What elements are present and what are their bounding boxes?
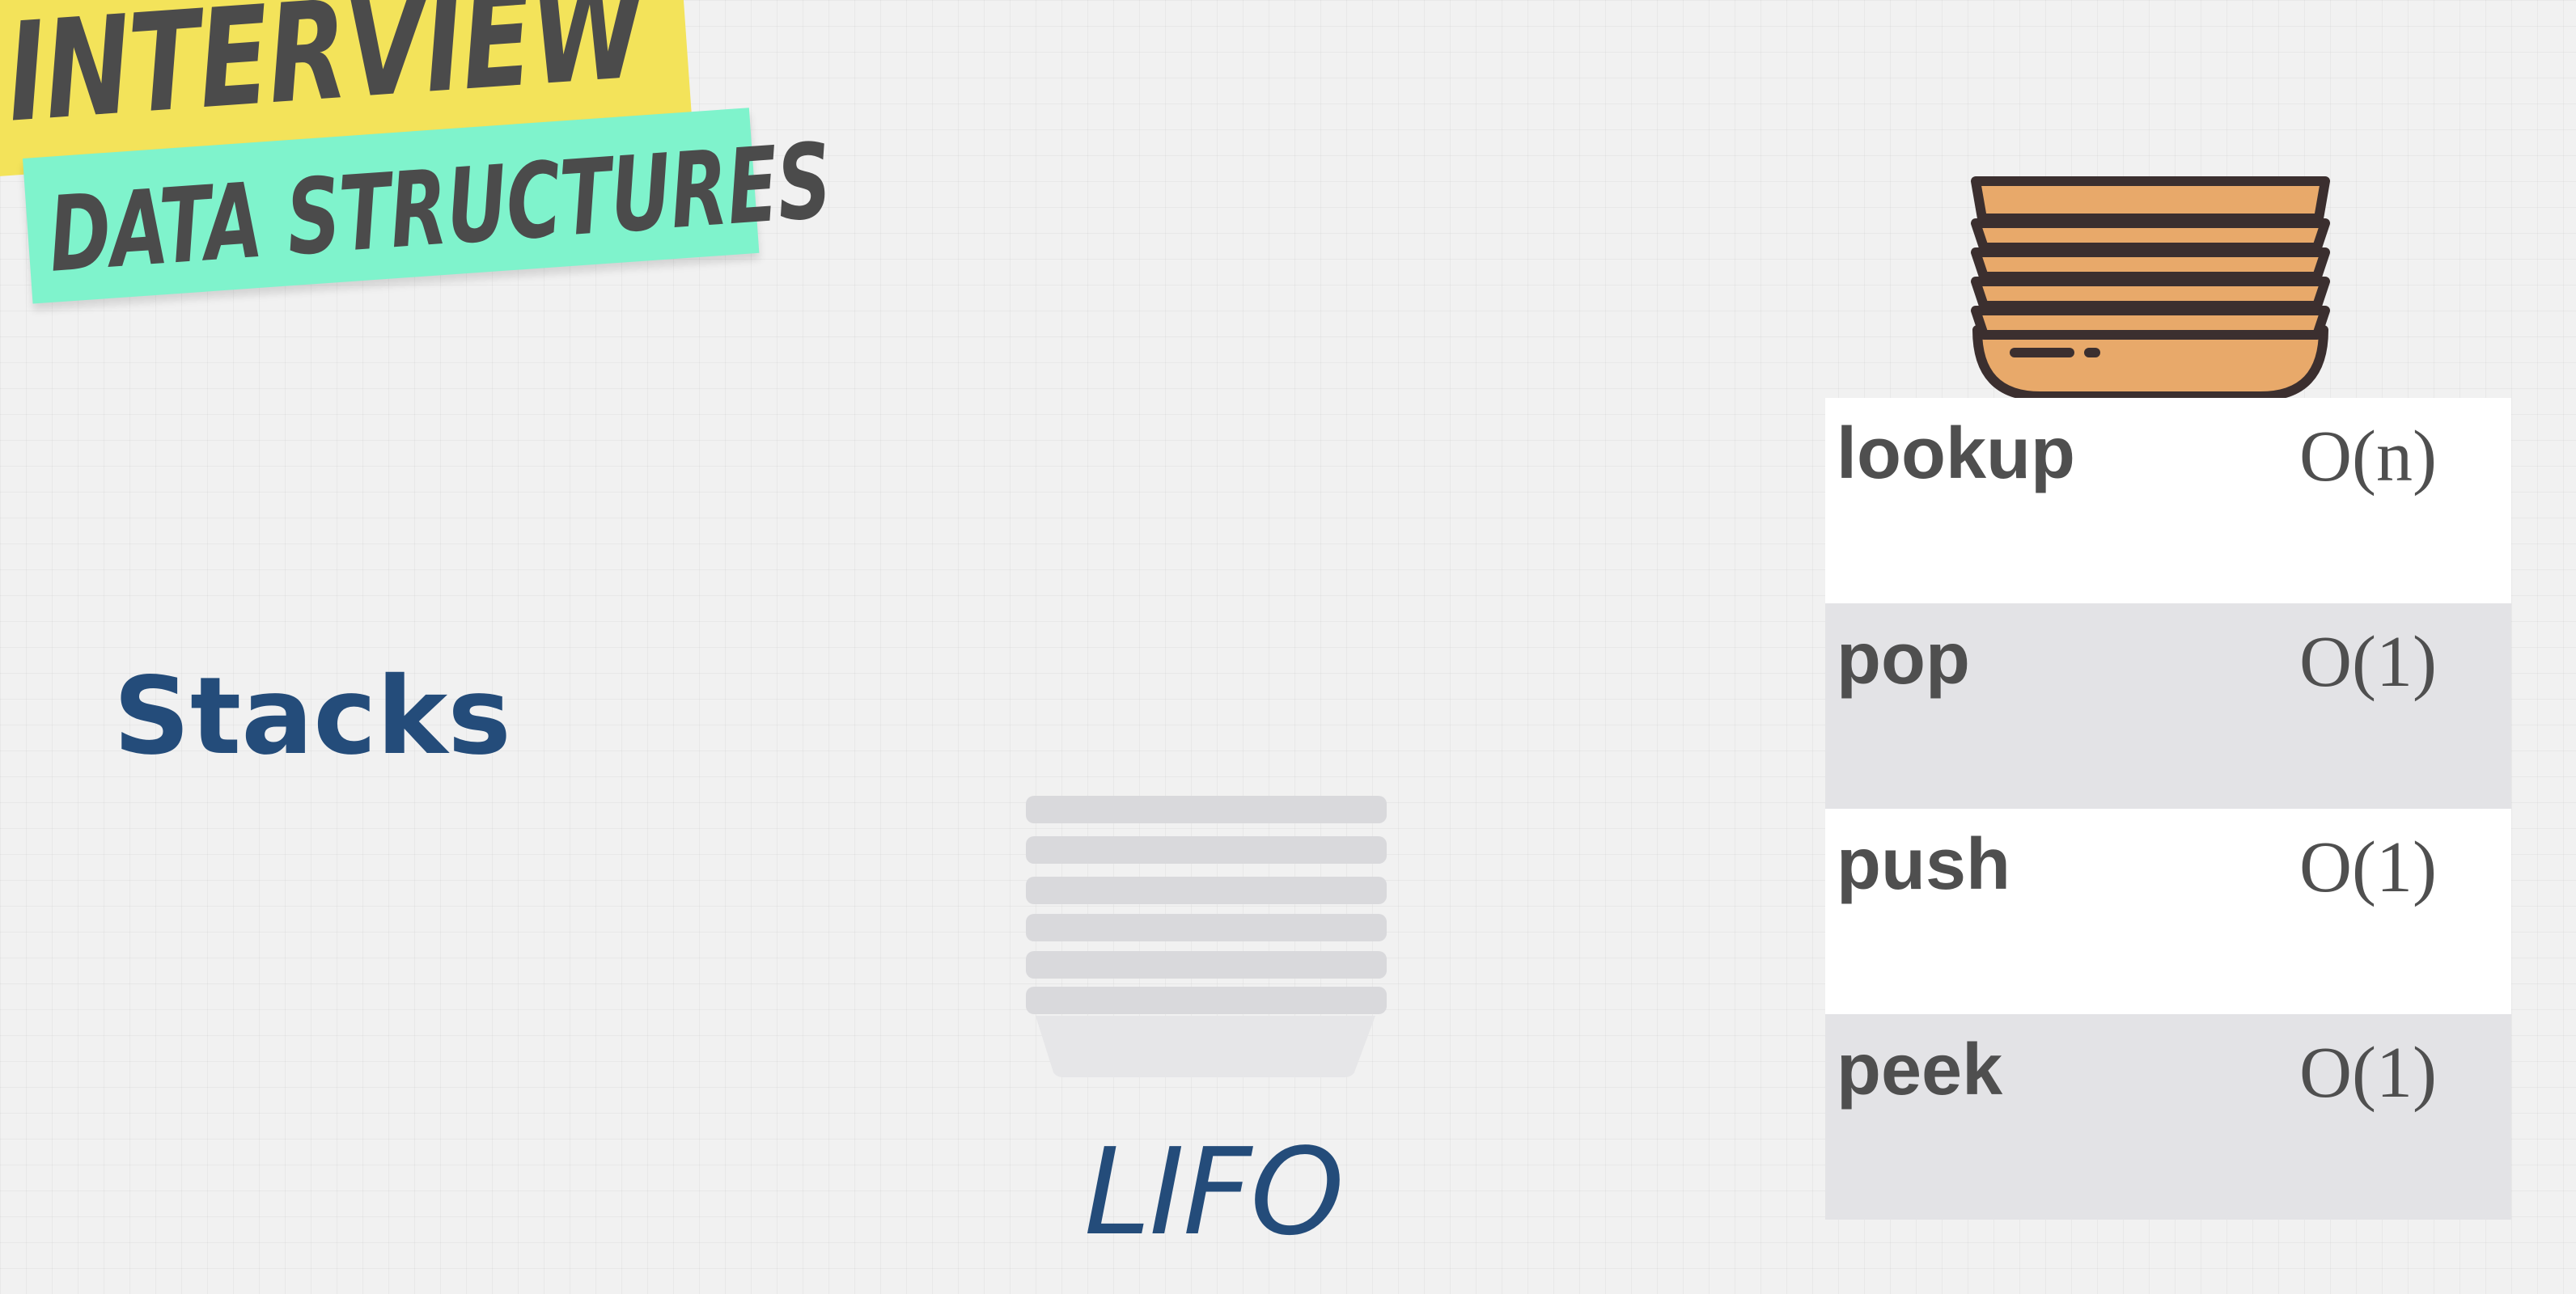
operation-name: push xyxy=(1837,824,2010,905)
table-row: peek O(1) xyxy=(1825,1014,2511,1220)
operation-complexity: O(1) xyxy=(2299,827,2437,907)
operation-complexity: O(n) xyxy=(2299,417,2437,497)
banner-line-1: INTERVIEW xyxy=(2,0,649,153)
operation-name: peek xyxy=(1837,1030,2003,1110)
table-row: push O(1) xyxy=(1825,809,2511,1014)
lifo-label: LIFO xyxy=(1084,1123,1345,1262)
operation-name: pop xyxy=(1837,619,1970,700)
page-title: Stacks xyxy=(113,654,511,779)
stacked-plates-icon xyxy=(1026,796,1387,1077)
operation-name: lookup xyxy=(1837,413,2075,494)
operation-complexity: O(1) xyxy=(2299,1033,2437,1113)
table-row: pop O(1) xyxy=(1825,603,2511,809)
operation-complexity: O(1) xyxy=(2299,622,2437,702)
banner-line-2: DATA STRUCTURES xyxy=(44,121,835,296)
stacked-plates-icon xyxy=(1971,176,2330,401)
table-row: lookup O(n) xyxy=(1825,398,2511,603)
operations-table: lookup O(n) pop O(1) push O(1) peek O(1) xyxy=(1825,398,2511,1220)
